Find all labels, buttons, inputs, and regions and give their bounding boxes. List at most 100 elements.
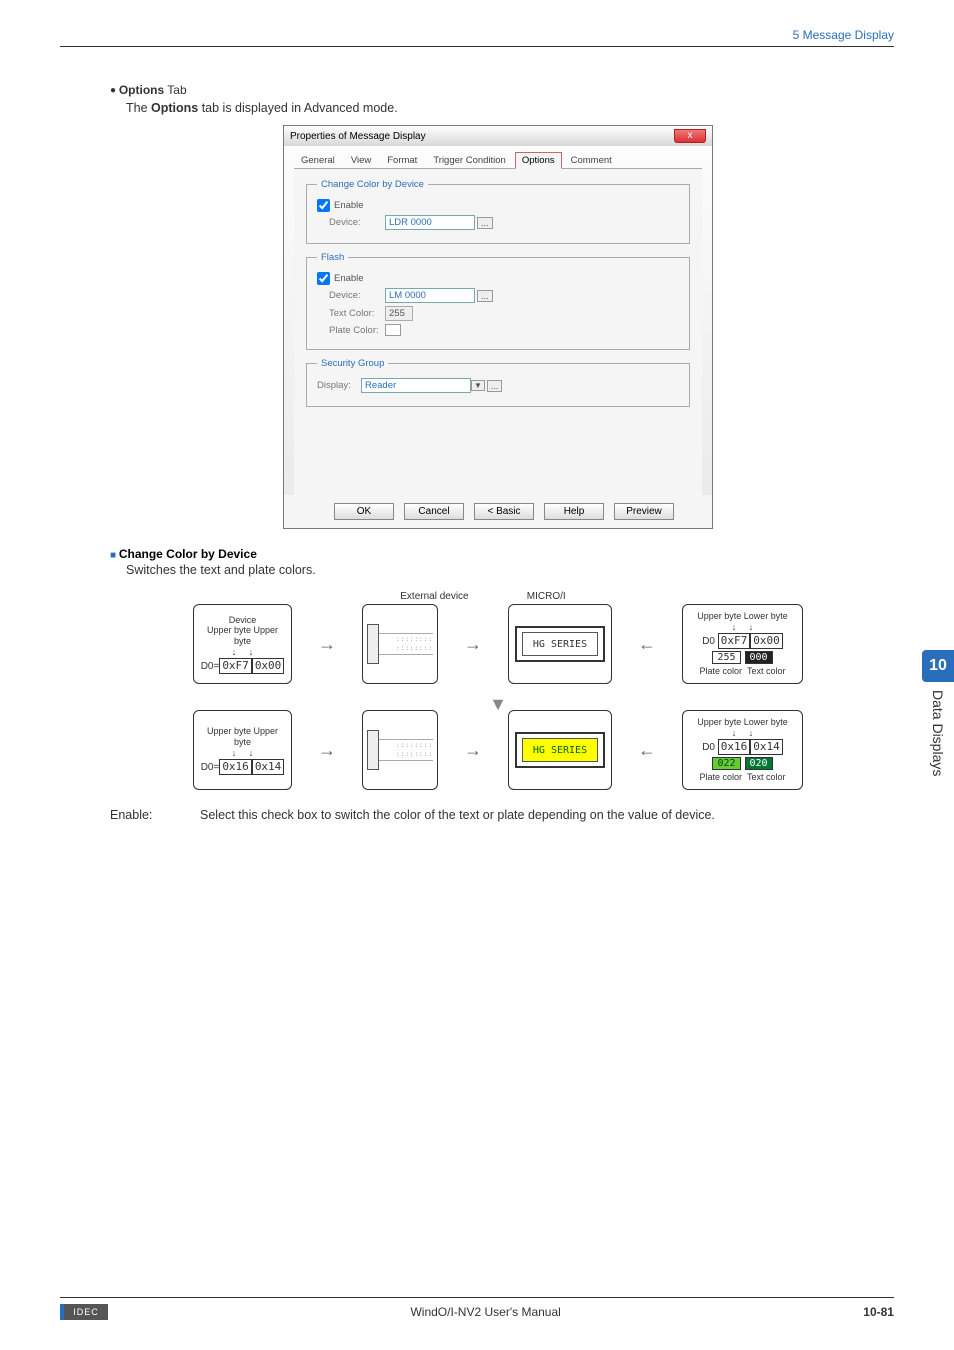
micro-box-1: HG SERIES [508, 604, 612, 684]
sec-display-select[interactable]: Reader [361, 378, 471, 393]
device-box-1: Device Upper byte Upper byte ↓ ↓ D0=0xF7… [193, 604, 292, 684]
flash-platecolor-swatch[interactable] [385, 324, 401, 336]
r1-text: Text color [747, 666, 786, 676]
flash-device-browse-button[interactable]: ... [477, 290, 493, 302]
r1-sw2: 000 [745, 651, 773, 664]
dialog-title: Properties of Message Display [290, 131, 426, 142]
arrow-icon: ← [638, 740, 656, 761]
flash-textcolor-field[interactable]: 255 [385, 306, 413, 321]
chapter-title: Data Displays [930, 690, 946, 776]
ccbd-enable-checkbox[interactable] [317, 199, 330, 212]
section-title: Options Tab [110, 83, 886, 97]
color-diagram: External device MICRO/I Device Upper byt… [193, 591, 803, 790]
dialog-titlebar: Properties of Message Display x [284, 126, 712, 146]
flash-platecolor-label: Plate Color: [329, 325, 385, 336]
ccbd-enable-label: Enable [334, 200, 364, 211]
r2-screen: HG SERIES [522, 738, 598, 762]
r1-plate: Plate color [699, 666, 742, 676]
title-tail: Tab [164, 83, 186, 97]
cancel-button[interactable]: Cancel [404, 503, 464, 520]
r2-rb1: 0x16 [718, 739, 751, 755]
def-text: Select this check box to switch the colo… [200, 808, 715, 822]
extdev-box-1: :::::::::::::::: [362, 604, 438, 684]
r1-ub1: Upper byte [207, 625, 251, 635]
r2-rb2: 0x14 [750, 739, 783, 755]
r1-sw1: 255 [712, 651, 740, 664]
group-change-color-by-device: Change Color by Device Enable Device: LD… [306, 179, 690, 244]
r1-d0: D0= [201, 661, 220, 672]
change-color-desc: Switches the text and plate colors. [126, 563, 886, 577]
diagram-micro-label: MICRO/I [527, 591, 566, 602]
flash-textcolor-label: Text Color: [329, 308, 385, 319]
ccbd-legend: Change Color by Device [317, 179, 428, 190]
r1-rlb: Lower byte [744, 611, 788, 621]
flash-device-field[interactable]: LM 0000 [385, 288, 475, 303]
intro-text: The Options tab is displayed in Advanced… [126, 101, 886, 115]
dialog-buttons: OK Cancel < Basic Help Preview [284, 495, 712, 528]
tab-trigger[interactable]: Trigger Condition [426, 152, 513, 168]
diagram-row-2: Upper byte Upper byte ↓ ↓ D0=0x160x14 → … [193, 710, 803, 790]
r2-sw2: 020 [745, 757, 773, 770]
sec-display-browse-button[interactable]: ... [487, 380, 503, 392]
flash-legend: Flash [317, 252, 348, 263]
page-footer: IDEC WindO/I-NV2 User's Manual 10-81 [60, 1297, 894, 1320]
ok-button[interactable]: OK [334, 503, 394, 520]
arrow-icon: → [318, 740, 336, 761]
help-button[interactable]: Help [544, 503, 604, 520]
change-color-subhead: Change Color by Device [110, 547, 886, 561]
diagram-row-1: Device Upper byte Upper byte ↓ ↓ D0=0xF7… [193, 604, 803, 684]
flash-enable-label: Enable [334, 273, 364, 284]
r2-sw1: 022 [712, 757, 740, 770]
device-label-1: Device [200, 615, 285, 625]
r1-rub: Upper byte [697, 611, 741, 621]
flash-device-label: Device: [329, 290, 385, 301]
r2-d0: D0= [201, 762, 220, 773]
sec-display-label: Display: [317, 380, 361, 391]
tab-body: Change Color by Device Enable Device: LD… [294, 169, 702, 495]
subhead-bold: Change Color by Device [119, 547, 257, 561]
r2-b1: 0x16 [219, 759, 252, 775]
tab-options[interactable]: Options [515, 152, 562, 169]
close-icon[interactable]: x [674, 129, 706, 143]
tab-strip: General View Format Trigger Condition Op… [294, 152, 702, 169]
brand-logo: IDEC [60, 1304, 108, 1320]
side-chapter-tab: 10 Data Displays [922, 650, 954, 780]
chapter-number: 10 [922, 650, 954, 682]
r1-b1: 0xF7 [219, 658, 252, 674]
tab-view[interactable]: View [344, 152, 378, 168]
tab-comment[interactable]: Comment [564, 152, 619, 168]
ccbd-device-field[interactable]: LDR 0000 [385, 215, 475, 230]
r2-rub: Upper byte [697, 717, 741, 727]
flash-enable-checkbox[interactable] [317, 272, 330, 285]
basic-button[interactable]: < Basic [474, 503, 534, 520]
extdev-box-2: :::::::::::::::: [362, 710, 438, 790]
arrow-icon: → [464, 634, 482, 655]
group-flash: Flash Enable Device: LM 0000 ... Text Co… [306, 252, 690, 350]
r2-rd0: D0 [702, 742, 715, 753]
page-header: 5 Message Display [60, 28, 894, 47]
r1-rb2: 0x00 [750, 633, 783, 649]
big-down-arrow: ▼ [193, 698, 803, 710]
footer-manual-title: WindO/I-NV2 User's Manual [410, 1305, 560, 1319]
tab-general[interactable]: General [294, 152, 342, 168]
tab-format[interactable]: Format [380, 152, 424, 168]
r2-rlb: Lower byte [744, 717, 788, 727]
value-box-2: Upper byte Lower byte ↓ ↓ D0 0x160x14 02… [682, 710, 803, 790]
micro-box-2: HG SERIES [508, 710, 612, 790]
arrow-icon: ← [638, 634, 656, 655]
diagram-extdev-label: External device [400, 591, 468, 602]
group-security: Security Group Display: Reader ▼ ... [306, 358, 690, 407]
properties-dialog: Properties of Message Display x General … [283, 125, 713, 529]
intro-pre: The [126, 101, 151, 115]
chevron-down-icon[interactable]: ▼ [471, 380, 485, 391]
arrow-icon: → [318, 634, 336, 655]
port-icon [367, 624, 379, 664]
def-term: Enable: [110, 808, 160, 822]
enable-definition: Enable: Select this check box to switch … [110, 808, 886, 822]
ccbd-device-label: Device: [329, 217, 385, 228]
r1-rd0: D0 [702, 636, 715, 647]
preview-button[interactable]: Preview [614, 503, 674, 520]
ccbd-device-browse-button[interactable]: ... [477, 217, 493, 229]
device-box-2: Upper byte Upper byte ↓ ↓ D0=0x160x14 [193, 710, 292, 790]
intro-post: tab is displayed in Advanced mode. [198, 101, 397, 115]
